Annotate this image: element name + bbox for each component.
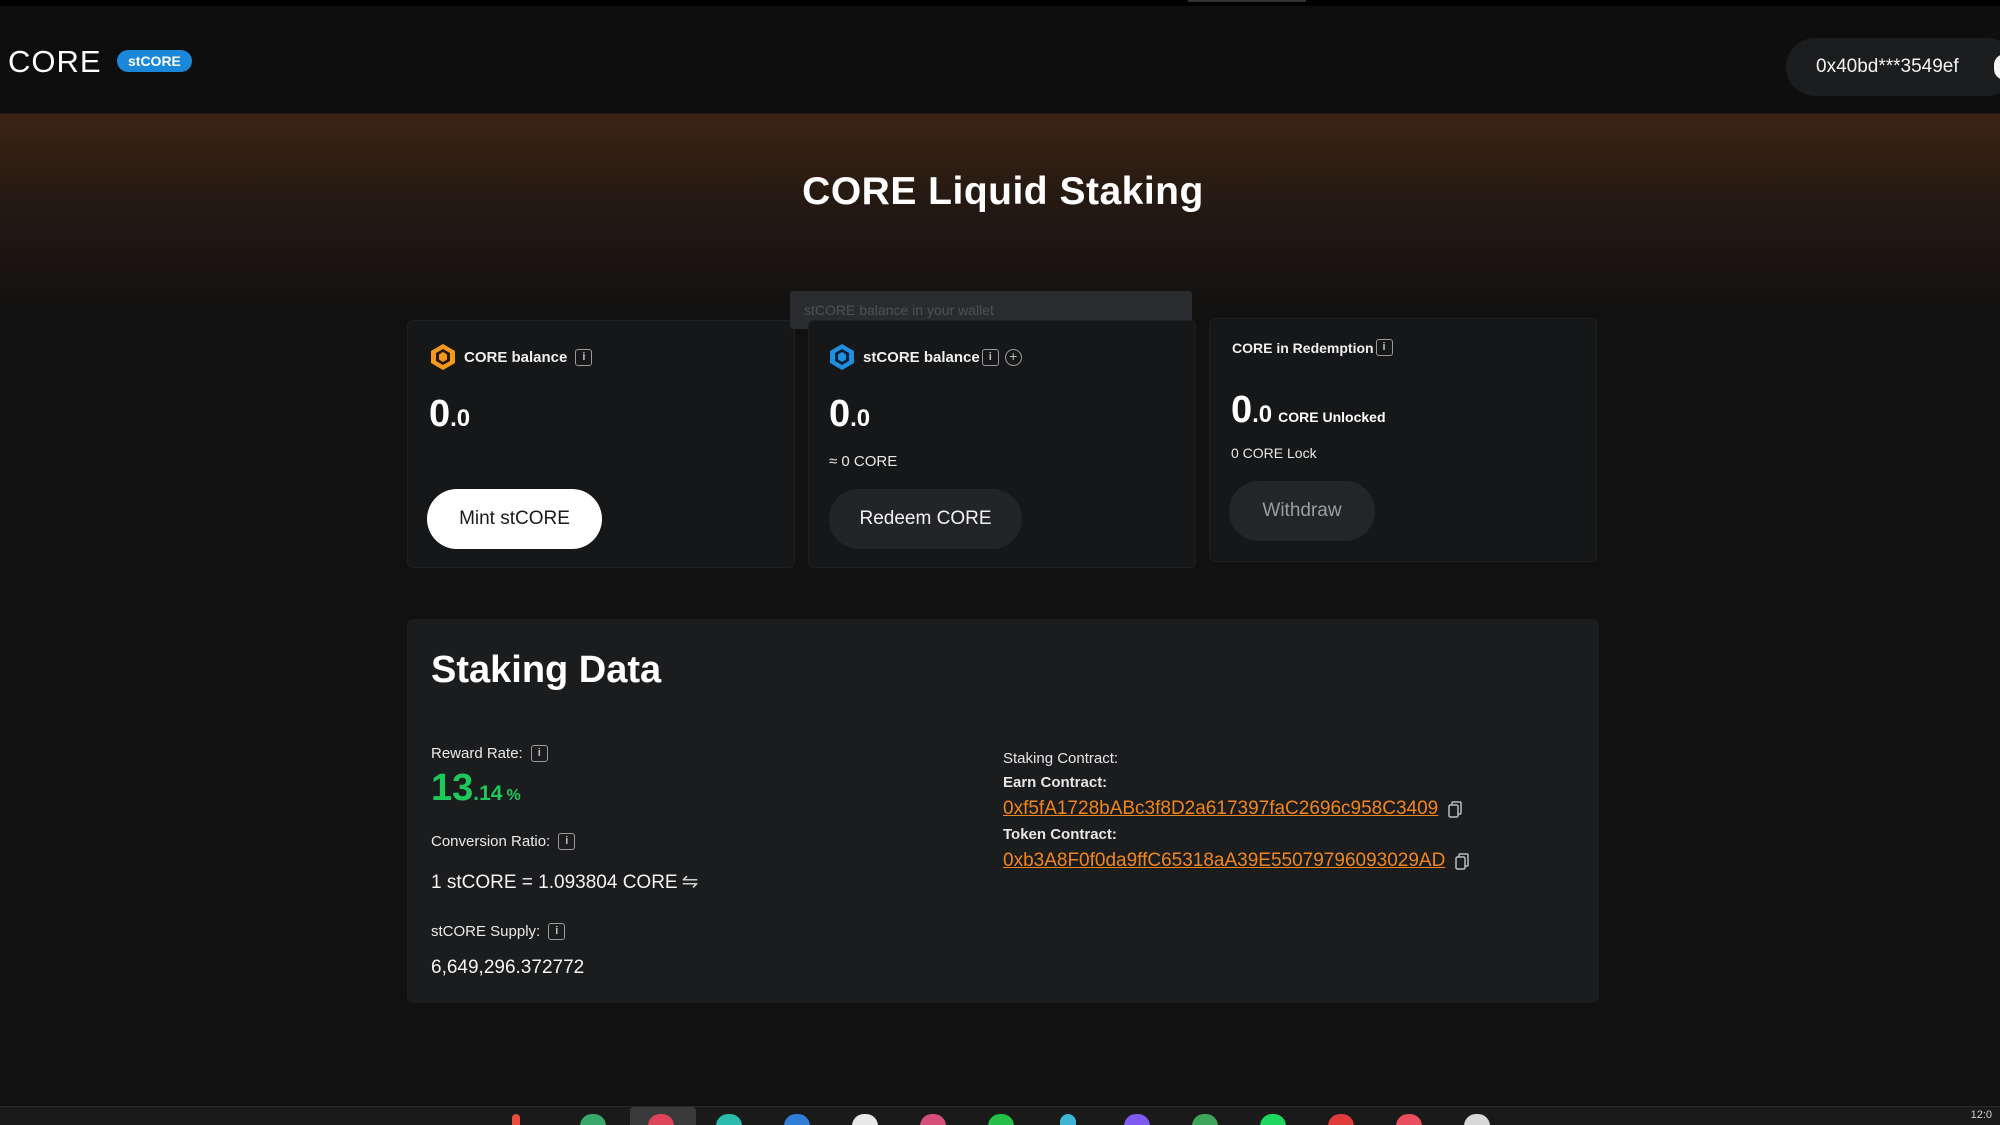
system-clock[interactable]: 12:0 [1971, 1109, 1992, 1121]
core-balance-dec: .0 [450, 405, 471, 432]
core-balance-card: CORE balance i 0.0 Mint stCORE [407, 320, 795, 568]
stcore-approx-core: ≈ 0 CORE [829, 453, 898, 470]
hero-gradient [0, 114, 2000, 314]
code-editor-icon[interactable] [716, 1114, 742, 1125]
core-logo[interactable]: CORE [8, 44, 102, 80]
spotify-icon[interactable] [1260, 1114, 1286, 1125]
chrome-icon[interactable] [852, 1114, 878, 1125]
info-icon[interactable]: i [530, 745, 548, 762]
whatsapp-icon[interactable] [988, 1114, 1014, 1125]
conversion-ratio-label: Conversion Ratio: [431, 833, 551, 850]
stcore-balance-value: 0.0 [829, 393, 870, 436]
add-token-icon[interactable]: + [1004, 348, 1022, 366]
stcore-badge: stCORE [117, 50, 192, 72]
top-tab-indicator [1188, 0, 1306, 2]
swap-icon[interactable]: ⇋ [682, 871, 699, 893]
redeem-core-button[interactable]: Redeem CORE [829, 489, 1022, 549]
wallet-address: 0x40bd***3549ef [1816, 56, 1959, 77]
info-icon[interactable]: i [558, 833, 576, 850]
reward-rate-label-row: Reward Rate: i [431, 745, 548, 762]
core-lock-text: 0 CORE Lock [1231, 445, 1317, 461]
mint-stcore-button[interactable]: Mint stCORE [427, 489, 602, 549]
stcore-supply-value: 6,649,296.372772 [431, 957, 585, 978]
stcore-supply-label: stCORE Supply: [431, 923, 541, 940]
notes-icon[interactable] [1464, 1114, 1490, 1125]
core-coin-icon [431, 344, 455, 370]
video-icon[interactable] [1124, 1114, 1150, 1125]
redemption-int: 0 [1231, 389, 1253, 431]
earn-contract-row: 0xf5fA1728bABc3f8D2a617397faC2696c958C34… [1003, 798, 1462, 820]
reward-rate-unit: % [506, 787, 521, 804]
reward-rate-int: 13 [431, 767, 474, 809]
heart-app-icon[interactable] [1396, 1114, 1422, 1125]
app-header: CORE stCORE 0x40bd***3549ef [0, 6, 2000, 114]
reader-icon[interactable] [1328, 1114, 1354, 1125]
conversion-ratio-row: 1 stCORE = 1.093804 CORE ⇋ [431, 869, 698, 894]
core-balance-label: CORE balance [464, 348, 568, 366]
calendar-icon[interactable] [920, 1114, 946, 1125]
conversion-ratio-value: 1 stCORE = 1.093804 CORE [431, 872, 678, 893]
reward-rate-label: Reward Rate: [431, 745, 523, 762]
staking-data-title: Staking Data [431, 649, 662, 691]
redemption-card: CORE in Redemption i 0.0 CORE Unlocked 0 … [1209, 318, 1597, 562]
copy-icon[interactable] [1448, 800, 1462, 818]
stcore-balance-int: 0 [829, 393, 851, 435]
info-icon[interactable]: i [1375, 339, 1393, 356]
stcore-balance-label: stCORE balance [863, 348, 980, 366]
conversion-label-row: Conversion Ratio: i [431, 833, 576, 850]
page-title: CORE Liquid Staking [802, 170, 1204, 213]
redemption-unit: CORE Unlocked [1278, 409, 1386, 425]
earn-contract-link[interactable]: 0xf5fA1728bABc3f8D2a617397faC2696c958C34… [1003, 798, 1438, 820]
stcore-coin-icon [830, 344, 854, 370]
token-contract-link[interactable]: 0xb3A8F0f0da9ffC65318aA39E55079796093029… [1003, 850, 1445, 872]
android-icon[interactable] [1192, 1114, 1218, 1125]
core-balance-int: 0 [429, 393, 451, 435]
info-icon[interactable]: i [981, 348, 999, 366]
files-icon[interactable] [580, 1114, 606, 1125]
token-contract-label: Token Contract: [1003, 826, 1117, 843]
wallet-avatar [1994, 54, 2000, 80]
earn-contract-label: Earn Contract: [1003, 774, 1108, 791]
core-balance-value: 0.0 [429, 393, 470, 436]
withdraw-button[interactable]: Withdraw [1229, 481, 1375, 541]
wallet-address-button[interactable]: 0x40bd***3549ef [1786, 38, 2000, 96]
maps-icon[interactable] [1060, 1114, 1076, 1125]
copy-icon[interactable] [1455, 852, 1470, 870]
reward-rate-dec: .14 [473, 782, 503, 805]
reward-rate-value: 13.14% [431, 767, 521, 810]
app-icon[interactable] [784, 1114, 810, 1125]
stcore-balance-dec: .0 [850, 405, 871, 432]
info-icon[interactable]: i [575, 348, 593, 366]
os-taskbar: 12:0 [0, 1106, 2000, 1125]
redemption-dec: .0 [1252, 401, 1273, 428]
redemption-value: 0.0 CORE Unlocked [1231, 389, 1386, 432]
supply-label-row: stCORE Supply: i [431, 923, 566, 940]
redemption-label: CORE in Redemption [1232, 339, 1374, 356]
staking-contract-label: Staking Contract: [1003, 750, 1119, 767]
token-contract-row: 0xb3A8F0f0da9ffC65318aA39E55079796093029… [1003, 850, 1470, 872]
launcher-icon[interactable] [512, 1114, 520, 1125]
staking-data-panel: Staking Data Reward Rate: i 13.14% Conve… [407, 619, 1599, 1003]
stcore-balance-card: stCORE balance i + 0.0 ≈ 0 CORE Redeem C… [808, 320, 1196, 568]
info-icon[interactable]: i [548, 923, 566, 940]
